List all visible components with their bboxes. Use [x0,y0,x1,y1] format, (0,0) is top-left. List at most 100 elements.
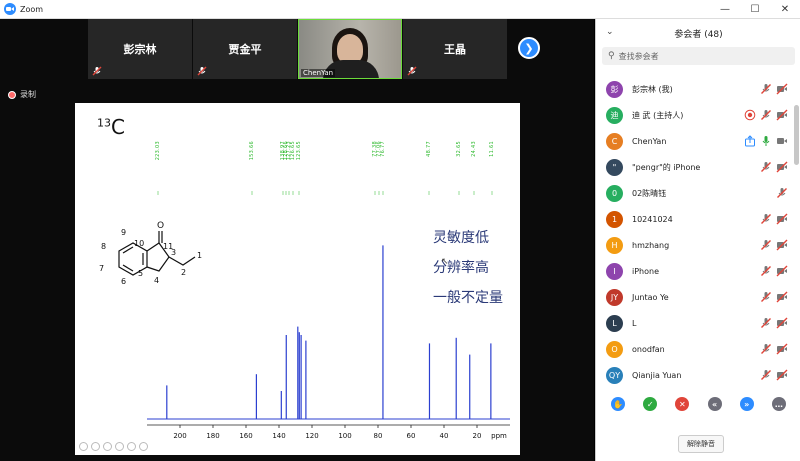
maximize-button[interactable]: ☐ [740,0,770,18]
participant-scrollbar[interactable] [794,105,799,165]
close-window-button[interactable]: ✕ [770,0,800,18]
participant-name: iPhone [632,266,660,276]
tile-name: 王晶 [444,43,466,56]
participants-header: ⌄ 参会者 (48) [596,19,800,47]
participant-row[interactable]: JY Juntao Ye [596,284,792,310]
indanone-structure: O 11 3 2 1 4 5 6 7 8 9 10 [99,221,202,286]
slide-tool-button[interactable] [91,442,100,451]
atom-label: 3 [171,248,176,257]
participant-status-icons [760,369,788,381]
minimize-button[interactable]: — [710,0,740,18]
search-input[interactable]: 查找参会者 [619,51,659,62]
recording-label: 录制 [20,90,36,99]
participant-row[interactable]: Hhmzhang [596,232,792,258]
mic-muted-icon [761,292,771,302]
tile-name: 彭宗林 [123,43,157,56]
participant-row[interactable]: " "pengr"的 iPhone [596,154,792,180]
no-button[interactable]: ✕ [675,397,690,411]
participant-tile[interactable]: 贾金平 [193,19,297,79]
participant-name: 02陈晴钰 [632,188,667,198]
mic-muted-icon [777,188,787,198]
x-tick-label: 40 [440,432,449,440]
mic-muted-icon [761,344,771,354]
window-title: Zoom [20,4,44,14]
participant-tile[interactable]: 彭宗林 [88,19,192,79]
more-button[interactable]: … [771,397,786,411]
participant-status-icons [760,343,788,355]
go-slower-button[interactable]: « [707,397,722,411]
note-sensitivity: 灵敏度低 [433,230,489,246]
mic-muted-icon [761,370,771,380]
mic-muted-icon [761,84,771,94]
avatar: I [606,262,623,280]
participant-name: onodfan [632,344,665,354]
video-off-icon [776,239,788,251]
atom-label: 6 [121,277,126,286]
next-page-button[interactable]: ❯ [518,37,540,59]
participant-tile[interactable]: 王晶 [403,19,507,79]
avatar: 迪 [606,106,623,124]
avatar: 1 [606,210,623,228]
collapse-chevron-icon[interactable]: ⌄ [606,27,614,37]
participant-row[interactable]: 0 02陈晴钰 [596,180,792,206]
record-dot-icon [8,90,16,99]
slide-tool-button[interactable] [139,442,148,451]
participant-row[interactable]: 彭彭宗林 (我) [596,76,792,102]
video-off-icon [776,83,788,95]
x-tick-label: 80 [374,432,383,440]
reaction-bar: ✋ ✓ ✕ « » … [596,397,800,411]
unmute-all-button[interactable]: 解除静音 [678,435,724,453]
atom-label: 1 [197,251,202,260]
participants-panel: ⌄ 参会者 (48) ⚲ 查找参会者 彭彭宗林 (我) 迪迪 武 (主持人) C Ch… [595,19,800,461]
participant-row[interactable]: IiPhone [596,258,792,284]
x-tick-label: 200 [173,432,186,440]
participant-search[interactable]: ⚲ 查找参会者 [602,47,795,65]
participant-row[interactable]: QY Qianjia Yuan [596,362,792,388]
slide-tool-button[interactable] [79,442,88,451]
tile-name: 贾金平 [228,43,262,56]
participant-row[interactable]: LL [596,310,792,336]
share-screen-icon [745,135,755,147]
active-speaker-tile[interactable]: ChenYan [298,19,402,79]
raise-hand-button[interactable]: ✋ [611,397,626,411]
avatar: JY [606,288,623,306]
mic-muted-icon [761,110,771,120]
participant-name: Juntao Ye [632,292,669,302]
recording-indicator[interactable]: 录制 [8,89,36,100]
participants-title: 参会者 (48) [674,29,723,40]
avatar: " [606,158,623,176]
tile-name: ChenYan [301,69,336,77]
participant-row[interactable]: Oonodfan [596,336,792,362]
atom-label: O [157,221,164,231]
participant-name: ChenYan [632,136,667,146]
participant-name: L [632,318,637,328]
meeting-area: 彭宗林 贾金平 ChenYan 王晶 ❯ 录制 13C 223.03 153.66… [0,19,594,461]
yes-button[interactable]: ✓ [643,397,658,411]
participant-row[interactable]: 迪迪 武 (主持人) [596,102,792,128]
video-off-icon [776,343,788,355]
participant-row[interactable]: 1 10241024 [596,206,792,232]
x-tick-label: 20 [473,432,482,440]
x-tick-label: 120 [305,432,318,440]
video-off-icon [776,161,788,173]
avatar: H [606,236,623,254]
participant-name: hmzhang [632,240,670,250]
video-off-icon [776,369,788,381]
mic-on-icon [762,136,770,146]
slide-tool-button[interactable] [127,442,136,451]
mic-muted-icon [407,66,417,76]
participant-row[interactable]: C ChenYan [596,128,792,154]
zoom-logo-icon [4,3,16,15]
participant-name: 10241024 [632,214,673,224]
go-faster-button[interactable]: » [739,397,754,411]
mic-muted-icon [761,214,771,224]
participant-status-icons [760,83,788,95]
atom-label: 4 [154,276,159,285]
title-bar: Zoom — ☐ ✕ [0,0,800,19]
x-tick-label: 160 [239,432,252,440]
slide-tool-button[interactable] [103,442,112,451]
gallery-strip: 彭宗林 贾金平 ChenYan 王晶 [88,19,507,79]
participant-list: 彭彭宗林 (我) 迪迪 武 (主持人) C ChenYan " "pengr"的 iPho… [596,76,792,394]
slide-tool-button[interactable] [115,442,124,451]
avatar: L [606,314,623,332]
